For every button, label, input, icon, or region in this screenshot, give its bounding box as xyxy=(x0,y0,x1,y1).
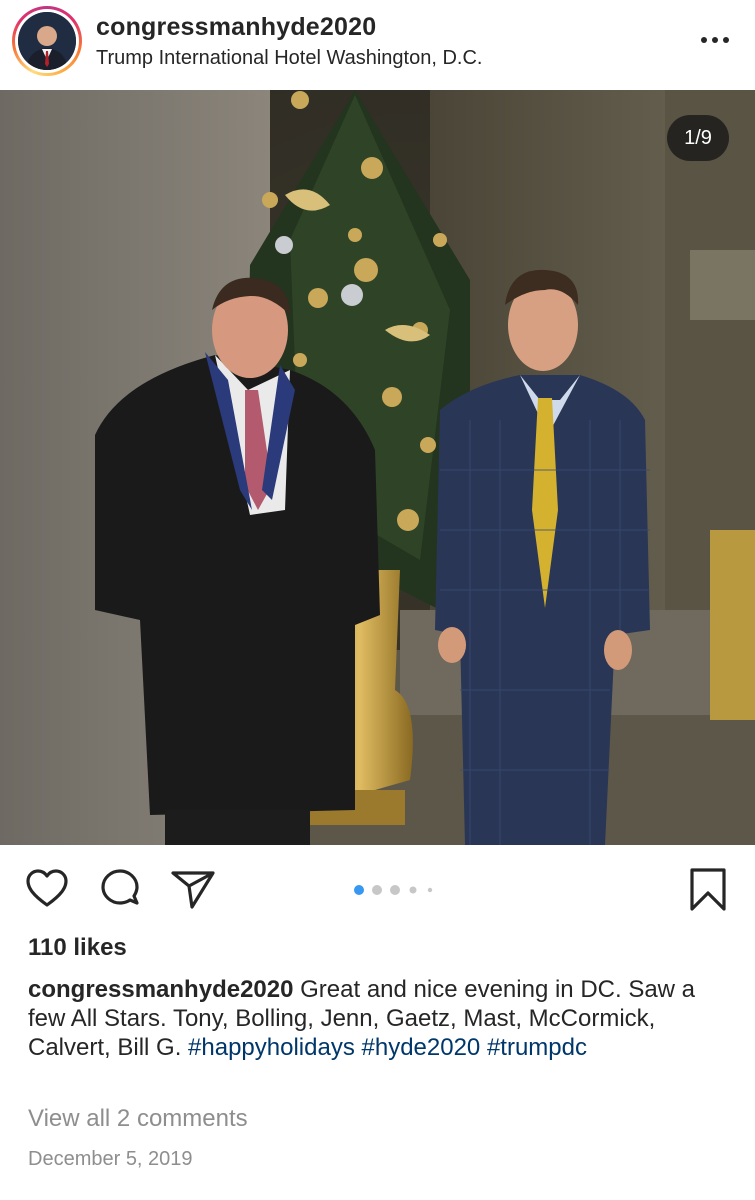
post-location[interactable]: Trump International Hotel Washington, D.… xyxy=(96,47,482,70)
hashtag[interactable]: #hyde2020 xyxy=(362,1034,481,1061)
bookmark-icon[interactable] xyxy=(688,867,728,918)
post-header: congressmanhyde2020 Trump International … xyxy=(0,0,755,90)
hashtag[interactable]: #trumpdc xyxy=(487,1034,587,1061)
more-horizontal-icon[interactable] xyxy=(698,28,732,52)
action-bar xyxy=(0,845,755,935)
post-username[interactable]: congressmanhyde2020 xyxy=(96,13,376,42)
carousel-dot-active xyxy=(354,885,364,895)
carousel-dot xyxy=(372,885,382,895)
carousel-dot xyxy=(427,887,433,893)
story-ring[interactable] xyxy=(12,6,82,76)
post-caption: congressmanhyde2020 Great and nice eveni… xyxy=(28,975,728,1062)
hashtag[interactable]: #happyholidays xyxy=(188,1034,355,1061)
view-comments-link[interactable]: View all 2 comments xyxy=(28,1105,248,1133)
share-icon[interactable] xyxy=(170,867,216,916)
post-date: December 5, 2019 xyxy=(28,1148,193,1170)
carousel-indicator xyxy=(350,883,440,897)
carousel-counter: 1/9 xyxy=(667,115,729,161)
carousel-dot xyxy=(409,886,417,894)
carousel-dot xyxy=(390,885,400,895)
post-photo[interactable]: 1/9 xyxy=(0,90,755,845)
comment-icon[interactable] xyxy=(99,867,143,916)
caption-username[interactable]: congressmanhyde2020 xyxy=(28,976,293,1003)
avatar[interactable] xyxy=(18,12,76,70)
heart-icon[interactable] xyxy=(25,867,69,916)
likes-count[interactable]: 110 likes xyxy=(28,934,127,962)
